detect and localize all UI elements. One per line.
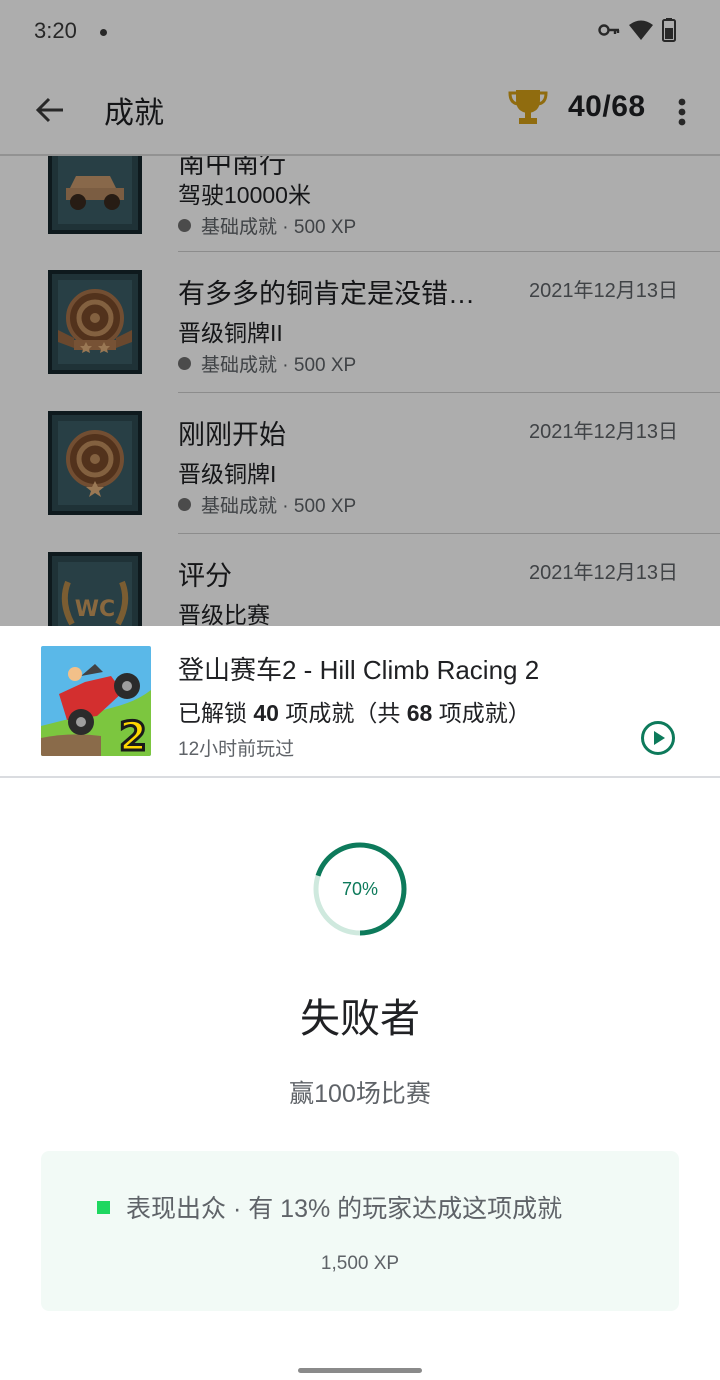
game-header[interactable]: 2 登山赛车2 - Hill Climb Racing 2 已解锁 40 项成就…: [0, 626, 720, 778]
gesture-nav-handle[interactable]: [298, 1368, 422, 1373]
achievement-progress-ring: 70%: [311, 840, 409, 938]
achievements-page: 3:20 成就 40/68 南中南行 驾驶10000米 基础成就 · 500 X: [0, 0, 720, 626]
progress-unlocked: 40: [253, 700, 279, 726]
play-game-button[interactable]: [638, 718, 678, 758]
achievement-detail-sheet: 2 登山赛车2 - Hill Climb Racing 2 已解锁 40 项成就…: [0, 626, 720, 1380]
rarity-card: 表现出众 · 有 13% 的玩家达成这项成就 1,500 XP: [41, 1151, 679, 1311]
progress-mid: 项成就（共: [285, 700, 401, 726]
progress-prefix: 已解锁: [178, 700, 247, 726]
last-played: 12小时前玩过: [178, 739, 295, 760]
game-icon-number: 2: [119, 714, 147, 756]
scrim[interactable]: [0, 0, 720, 626]
progress-total: 68: [406, 700, 433, 726]
game-progress: 已解锁 40 项成就（共 68 项成就）: [178, 694, 531, 728]
progress-label: 70%: [341, 878, 379, 899]
play-circle-icon: [641, 721, 675, 755]
progress-suffix: 项成就）: [438, 700, 531, 726]
achievement-description: 赢100场比赛: [289, 1080, 431, 1108]
achievement-name: 失败者: [300, 997, 420, 1041]
xp-value: 1,500 XP: [320, 1253, 400, 1274]
game-icon: 2: [41, 646, 151, 756]
game-title: 登山赛车2 - Hill Climb Racing 2: [178, 655, 540, 685]
rarity-text: 表现出众 · 有 13% 的玩家达成这项成就: [126, 1195, 563, 1223]
rarity-square-icon: [97, 1200, 110, 1214]
rarity-line: 表现出众 · 有 13% 的玩家达成这项成就: [97, 1189, 562, 1225]
